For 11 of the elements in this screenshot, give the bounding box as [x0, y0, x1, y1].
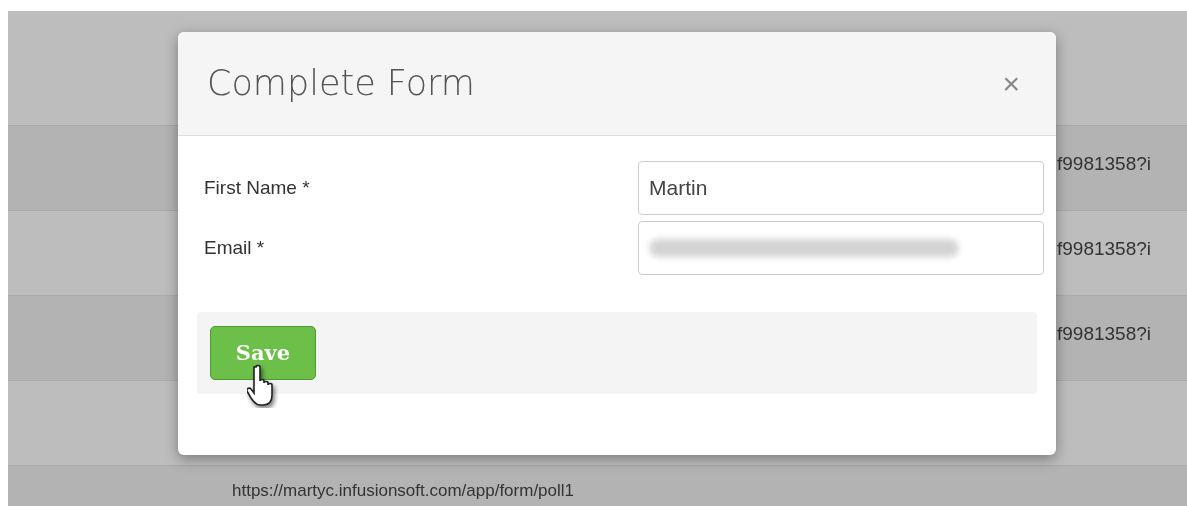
field-label: Email * [204, 235, 266, 260]
form-url: https://martyc.infusionsoft.com/app/form/poll1 [232, 480, 575, 502]
close-button[interactable]: × [1002, 68, 1020, 99]
input-field[interactable] [638, 221, 1044, 275]
table-cell-text: f9981358?i [1057, 152, 1152, 176]
save-button[interactable]: Save [210, 326, 316, 380]
dialog-title: Complete Form [207, 62, 475, 106]
input-field[interactable]: Martin [638, 161, 1044, 215]
table-cell-text: f9981358?i [1057, 322, 1152, 346]
field-label: First Name * [204, 175, 311, 200]
table-cell-text: f9981358?i [1057, 237, 1152, 261]
